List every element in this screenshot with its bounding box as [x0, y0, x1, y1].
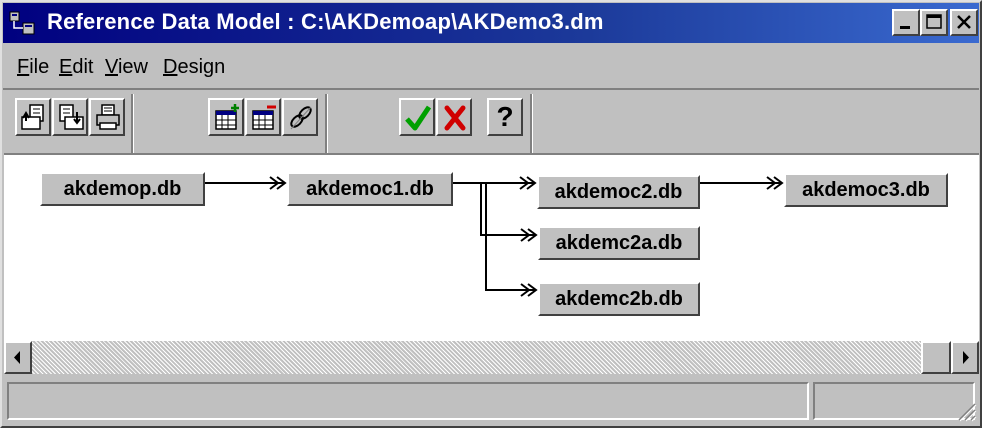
toolbar-separator — [530, 94, 533, 154]
menu-view[interactable]: View — [105, 56, 148, 79]
scroll-thumb[interactable] — [921, 341, 951, 374]
status-pane-main — [7, 382, 809, 420]
print-icon — [96, 104, 120, 130]
table-node-akdemoc3[interactable]: akdemoc3.db — [784, 173, 948, 207]
save-model-icon — [59, 104, 84, 130]
menu-view-mnemonic: V — [105, 56, 118, 78]
add-table-icon — [215, 104, 239, 130]
menu-design-label: esign — [177, 56, 226, 78]
open-model-icon — [21, 104, 44, 130]
help-icon: ? — [496, 101, 514, 132]
menu-edit-label: dit — [72, 56, 94, 78]
maximize-icon — [926, 14, 942, 29]
minimize-icon — [900, 26, 910, 29]
maximize-button[interactable] — [920, 9, 948, 36]
status-pane-secondary — [813, 382, 975, 420]
save-model-button[interactable] — [52, 98, 88, 136]
help-button[interactable]: ? — [487, 98, 523, 136]
table-node-akdemoc2[interactable]: akdemoc2.db — [537, 175, 700, 209]
toolbar-separator — [131, 94, 134, 154]
arrow-left-icon — [14, 351, 20, 364]
accept-check-icon — [405, 105, 432, 131]
print-button[interactable] — [89, 98, 125, 136]
menu-file-mnemonic: F — [17, 56, 30, 78]
table-node-akdemc2b[interactable]: akdemc2b.db — [538, 282, 700, 316]
cancel-x-icon — [444, 105, 466, 131]
menu-edit[interactable]: Edit — [59, 56, 93, 79]
status-bar — [3, 378, 979, 424]
accept-button[interactable] — [399, 98, 435, 136]
toolbar: ? — [3, 88, 979, 156]
menu-view-label: iew — [117, 56, 148, 78]
horizontal-scrollbar[interactable] — [4, 341, 979, 374]
scroll-right-button[interactable] — [951, 341, 979, 374]
link-line — [480, 183, 535, 236]
close-icon — [957, 15, 971, 29]
menu-file-label: ile — [29, 56, 50, 78]
menu-file[interactable]: File — [17, 56, 49, 79]
open-model-button[interactable] — [15, 98, 51, 136]
remove-table-icon — [252, 105, 276, 130]
minimize-button[interactable] — [892, 9, 920, 36]
resize-grip-icon[interactable] — [955, 400, 977, 422]
menu-design-mnemonic: D — [163, 56, 178, 78]
title-bar[interactable]: Reference Data Model : C:\AKDemoap\AKDem… — [3, 3, 979, 43]
window-title: Reference Data Model : C:\AKDemoap\AKDem… — [47, 9, 604, 34]
remove-table-button[interactable] — [245, 98, 281, 136]
diagram-canvas[interactable]: akdemop.db akdemoc1.db akdemoc2.db akdem… — [4, 153, 979, 342]
toolbar-separator — [325, 94, 328, 154]
close-button[interactable] — [950, 9, 978, 36]
app-icon[interactable] — [9, 11, 35, 35]
cancel-button[interactable] — [436, 98, 472, 136]
menu-bar: File Edit View Design — [3, 46, 979, 86]
scroll-left-button[interactable] — [4, 341, 32, 374]
table-node-akdemoc1[interactable]: akdemoc1.db — [287, 172, 453, 206]
add-table-button[interactable] — [208, 98, 244, 136]
table-node-akdemc2a[interactable]: akdemc2a.db — [538, 226, 700, 260]
menu-edit-mnemonic: E — [59, 56, 73, 78]
link-tables-button[interactable] — [282, 98, 318, 136]
menu-design[interactable]: Design — [163, 56, 225, 79]
arrow-right-icon — [963, 351, 969, 364]
link-tables-icon — [290, 106, 312, 130]
table-node-akdemop[interactable]: akdemop.db — [40, 172, 205, 206]
